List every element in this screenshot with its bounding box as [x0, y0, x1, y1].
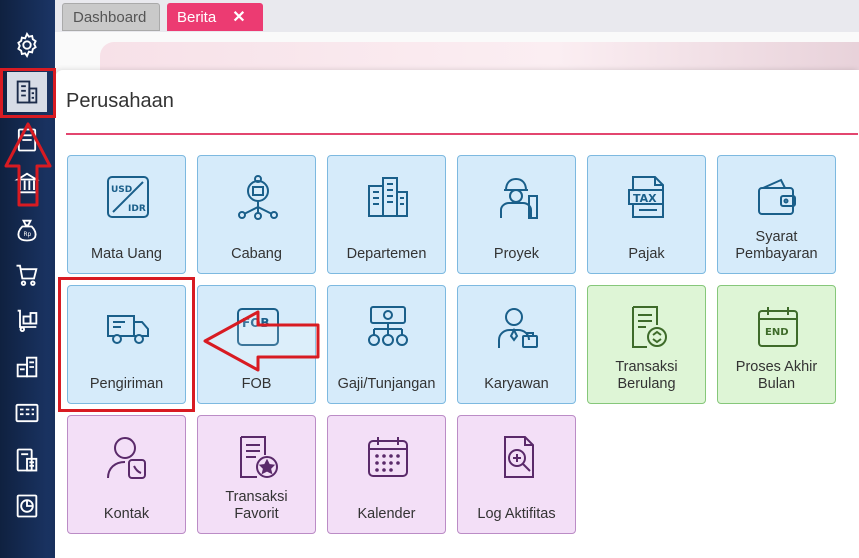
tile-proses-akhir-bulan[interactable]: END Proses Akhir Bulan: [717, 285, 836, 404]
sidebar-inventory-button[interactable]: [7, 347, 47, 387]
tile-label: Syarat Pembayaran: [735, 229, 818, 262]
ledger-icon: [17, 128, 37, 152]
tile-label: Departemen: [346, 246, 427, 262]
tile-pajak[interactable]: TAX Pajak: [587, 155, 706, 274]
activity-log-icon: [504, 436, 534, 478]
tile-label: Mata Uang: [91, 246, 162, 262]
fob-icon: FOB: [237, 308, 279, 346]
tile-kalender[interactable]: Kalender: [327, 415, 446, 534]
sidebar-money-button[interactable]: Rp: [7, 210, 47, 250]
tile-kontak[interactable]: Kontak: [67, 415, 186, 534]
tile-label: Transaksi Berulang: [615, 359, 678, 392]
svg-text:Rp: Rp: [24, 232, 32, 238]
svg-text:USD: USD: [111, 185, 132, 195]
employee-icon: [498, 308, 538, 348]
tile-label: Karyawan: [484, 376, 549, 392]
banner: [100, 42, 859, 72]
chart-icon: [16, 494, 38, 518]
tile-label: Log Aktifitas: [477, 506, 556, 522]
payment-wallet-icon: [758, 178, 796, 215]
tile-label: Proses Akhir Bulan: [735, 359, 818, 392]
sidebar-tax-button[interactable]: [7, 440, 47, 480]
sidebar-bank-button[interactable]: [7, 163, 47, 203]
tax-document-icon: TAX: [628, 176, 664, 218]
cash-register-icon: [15, 403, 39, 423]
tile-label: Gaji/Tunjangan: [337, 376, 436, 392]
sidebar-sales-button[interactable]: [7, 255, 47, 295]
tile-label: Kontak: [103, 506, 150, 522]
tile-mata-uang[interactable]: USD IDR Mata Uang: [67, 155, 186, 274]
tile-transaksi-favorit[interactable]: Transaksi Favorit: [197, 415, 316, 534]
sidebar-report-button[interactable]: [7, 486, 47, 526]
svg-text:IDR: IDR: [128, 204, 146, 214]
page-title: Perusahaan: [66, 90, 174, 112]
gear-icon: [17, 31, 37, 59]
tile-gaji-tunjangan[interactable]: Gaji/Tunjangan: [327, 285, 446, 404]
tab-label: Berita: [177, 8, 217, 26]
sidebar-delivery-button[interactable]: [7, 300, 47, 340]
salary-icon: [368, 306, 408, 346]
svg-text:END: END: [765, 327, 789, 338]
tile-log-aktifitas[interactable]: Log Aktifitas: [457, 415, 576, 534]
tile-label: Kalender: [357, 506, 416, 522]
branch-network-icon: [238, 175, 278, 220]
tax-report-icon: [16, 448, 38, 472]
sidebar-pos-button[interactable]: [7, 393, 47, 433]
tile-proyek[interactable]: Proyek: [457, 155, 576, 274]
tile-transaksi-berulang[interactable]: Transaksi Berulang: [587, 285, 706, 404]
shopping-cart-icon: [16, 264, 38, 286]
department-building-icon: [368, 177, 408, 217]
sidebar-settings-button[interactable]: [7, 25, 47, 65]
recurring-transaction-icon: [632, 306, 667, 348]
annotation-box-pengiriman: [58, 277, 195, 412]
tile-syarat-pembayaran[interactable]: Syarat Pembayaran: [717, 155, 836, 274]
tile-label: Pajak: [628, 246, 665, 262]
tile-label: Proyek: [493, 246, 540, 262]
calendar-icon: [368, 437, 408, 477]
tile-label: Cabang: [231, 246, 282, 262]
tile-label: Transaksi Favorit: [225, 489, 288, 522]
money-bag-icon: Rp: [17, 219, 37, 242]
tab-label: Dashboard: [73, 8, 147, 26]
svg-text:FOB: FOB: [242, 316, 270, 330]
tile-label: FOB: [241, 376, 272, 392]
end-of-month-calendar-icon: END: [758, 307, 798, 347]
delivery-icon: [17, 309, 38, 333]
inventory-icon: [16, 356, 38, 378]
bank-icon: [14, 172, 40, 194]
favorite-transaction-icon: [240, 436, 278, 478]
tab-berita[interactable]: Berita ✕: [167, 3, 263, 31]
close-icon[interactable]: ✕: [232, 7, 245, 27]
project-worker-icon: [500, 177, 538, 219]
annotation-box-sidebar: [0, 68, 56, 118]
svg-text:TAX: TAX: [633, 192, 657, 205]
sidebar-ledger-button[interactable]: [7, 120, 47, 160]
tab-bar: Dashboard Berita ✕: [55, 0, 859, 32]
tile-cabang[interactable]: Cabang: [197, 155, 316, 274]
contact-icon: [107, 437, 146, 479]
tile-departemen[interactable]: Departemen: [327, 155, 446, 274]
currency-exchange-icon: USD IDR: [107, 176, 149, 218]
tile-fob[interactable]: FOB FOB: [197, 285, 316, 404]
tab-dashboard[interactable]: Dashboard: [62, 3, 160, 31]
title-divider: [66, 133, 858, 135]
tile-karyawan[interactable]: Karyawan: [457, 285, 576, 404]
